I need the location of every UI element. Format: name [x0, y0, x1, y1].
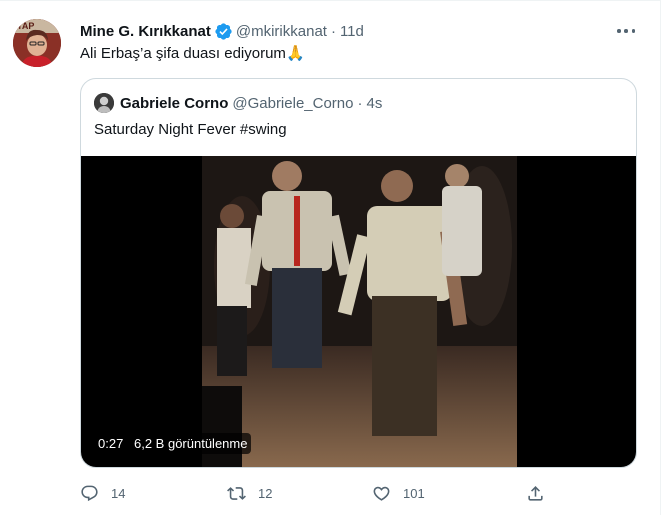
retweet-button[interactable]: 12 [227, 481, 272, 505]
author-avatar[interactable]: TAP [13, 19, 61, 67]
video-view-count: 6,2 B görüntülenme [130, 433, 252, 454]
quoted-tweet-time: 4s [366, 94, 383, 112]
tweet-header: Mine G. Kırıkkanat @mkirikkanat · 11d [80, 20, 364, 42]
tweet-actions: 14 12 101 [80, 481, 550, 505]
tweet-text: Ali Erbaş’a şifa duası ediyorum🙏 [80, 44, 305, 64]
quoted-tweet-header: Gabriele Corno @Gabriele_Corno · 4s [94, 92, 382, 114]
retweet-icon [227, 486, 246, 500]
share-button[interactable] [526, 481, 557, 505]
reply-count: 14 [111, 485, 126, 501]
heart-icon [373, 486, 390, 501]
separator-dot: · [357, 94, 363, 112]
author-name[interactable]: Mine G. Kırıkkanat [80, 23, 211, 40]
svg-text:TAP: TAP [17, 21, 34, 31]
quoted-author-handle: @Gabriele_Corno [232, 94, 354, 112]
like-button[interactable]: 101 [372, 481, 425, 505]
reply-button[interactable]: 14 [80, 481, 125, 505]
author-handle[interactable]: @mkirikkanat [236, 23, 327, 40]
quoted-tweet-text: Saturday Night Fever #swing [94, 121, 287, 138]
more-options-icon[interactable] [614, 22, 638, 40]
reply-icon [81, 485, 98, 501]
quoted-tweet[interactable]: Gabriele Corno @Gabriele_Corno · 4s Satu… [80, 78, 637, 468]
verified-badge-icon [214, 22, 233, 41]
share-icon [528, 485, 543, 501]
video-duration: 0:27 [94, 433, 128, 454]
video-frame [202, 156, 517, 467]
top-divider [0, 0, 661, 1]
tweet-time[interactable]: 11d [340, 23, 364, 40]
quoted-author-avatar [94, 93, 114, 113]
tweet-text-body: Ali Erbaş’a şifa duası ediyorum [80, 45, 286, 62]
quoted-author-name: Gabriele Corno [120, 94, 229, 112]
like-count: 101 [403, 485, 425, 501]
separator-dot: · [330, 22, 336, 40]
retweet-count: 12 [258, 485, 273, 501]
video-player[interactable]: 0:27 6,2 B görüntülenme [81, 156, 636, 467]
praying-hands-icon: 🙏 [285, 45, 305, 62]
